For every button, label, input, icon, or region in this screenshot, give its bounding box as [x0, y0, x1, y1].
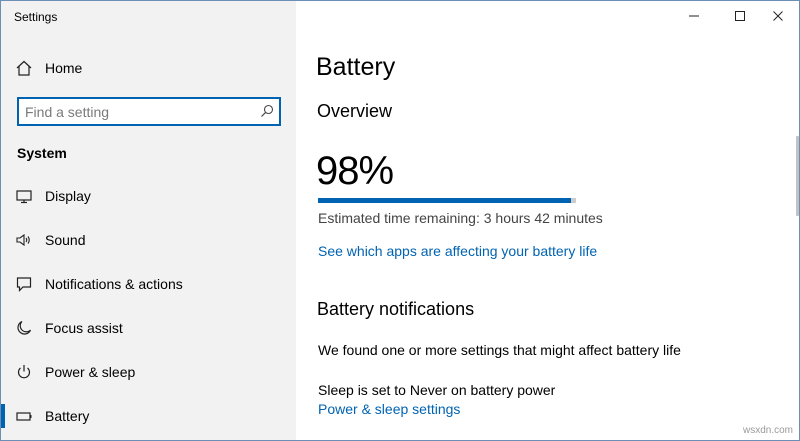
- selection-indicator: [1, 404, 5, 428]
- speaker-icon: [16, 233, 30, 247]
- window-title: Settings: [14, 10, 58, 24]
- sidebar-item-label: Battery: [45, 408, 90, 424]
- search-input[interactable]: [25, 102, 250, 121]
- estimated-time-text: Estimated time remaining: 3 hours 42 min…: [318, 210, 603, 226]
- sidebar-item-sound[interactable]: Sound: [1, 222, 296, 258]
- section-header-system: System: [17, 145, 67, 161]
- search-icon[interactable]: [259, 103, 275, 119]
- settings-window: Settings Home System Display: [0, 0, 800, 441]
- sidebar-item-home[interactable]: Home: [1, 50, 296, 86]
- display-icon: [16, 190, 32, 204]
- sidebar-item-label: Display: [45, 188, 91, 204]
- scrollbar[interactable]: [796, 136, 799, 216]
- power-sleep-settings-link[interactable]: Power & sleep settings: [318, 401, 460, 417]
- power-icon: [17, 365, 31, 379]
- battery-icon: [16, 412, 32, 421]
- battery-level-bar: [318, 198, 576, 203]
- sidebar-item-display[interactable]: Display: [1, 178, 296, 214]
- maximize-icon: [735, 11, 745, 21]
- page-title: Battery: [316, 53, 396, 81]
- sidebar-item-battery[interactable]: Battery: [1, 398, 296, 434]
- sidebar-item-power-sleep[interactable]: Power & sleep: [1, 354, 296, 390]
- sidebar-item-label: Notifications & actions: [45, 276, 183, 292]
- watermark: wsxdn.com: [742, 425, 793, 436]
- battery-percentage: 98%: [316, 149, 394, 193]
- battery-apps-link[interactable]: See which apps are affecting your batter…: [318, 243, 597, 259]
- main-content: Battery Overview 98% Estimated time rema…: [296, 1, 799, 440]
- close-icon: [773, 11, 783, 21]
- sidebar-item-label: Focus assist: [45, 320, 123, 336]
- battery-notifications-heading: Battery notifications: [317, 299, 475, 319]
- sidebar-item-notifications[interactable]: Notifications & actions: [1, 266, 296, 302]
- notification-icon: [16, 277, 32, 292]
- sidebar-item-focus-assist[interactable]: Focus assist: [1, 310, 296, 346]
- home-icon: [16, 60, 32, 76]
- moon-icon: [17, 320, 32, 335]
- minimize-icon: [689, 15, 699, 17]
- sleep-setting-text: Sleep is set to Never on battery power: [318, 382, 556, 398]
- sidebar-item-label: Power & sleep: [45, 364, 136, 380]
- sidebar: Settings Home System Display: [1, 1, 296, 440]
- battery-notice-text: We found one or more settings that might…: [318, 342, 681, 358]
- battery-level-fill: [318, 198, 571, 203]
- search-box[interactable]: [17, 97, 281, 126]
- overview-heading: Overview: [317, 101, 393, 121]
- sidebar-item-label: Sound: [45, 232, 86, 248]
- close-button[interactable]: [755, 1, 799, 31]
- sidebar-item-label: Home: [45, 60, 83, 76]
- minimize-button[interactable]: [671, 1, 717, 31]
